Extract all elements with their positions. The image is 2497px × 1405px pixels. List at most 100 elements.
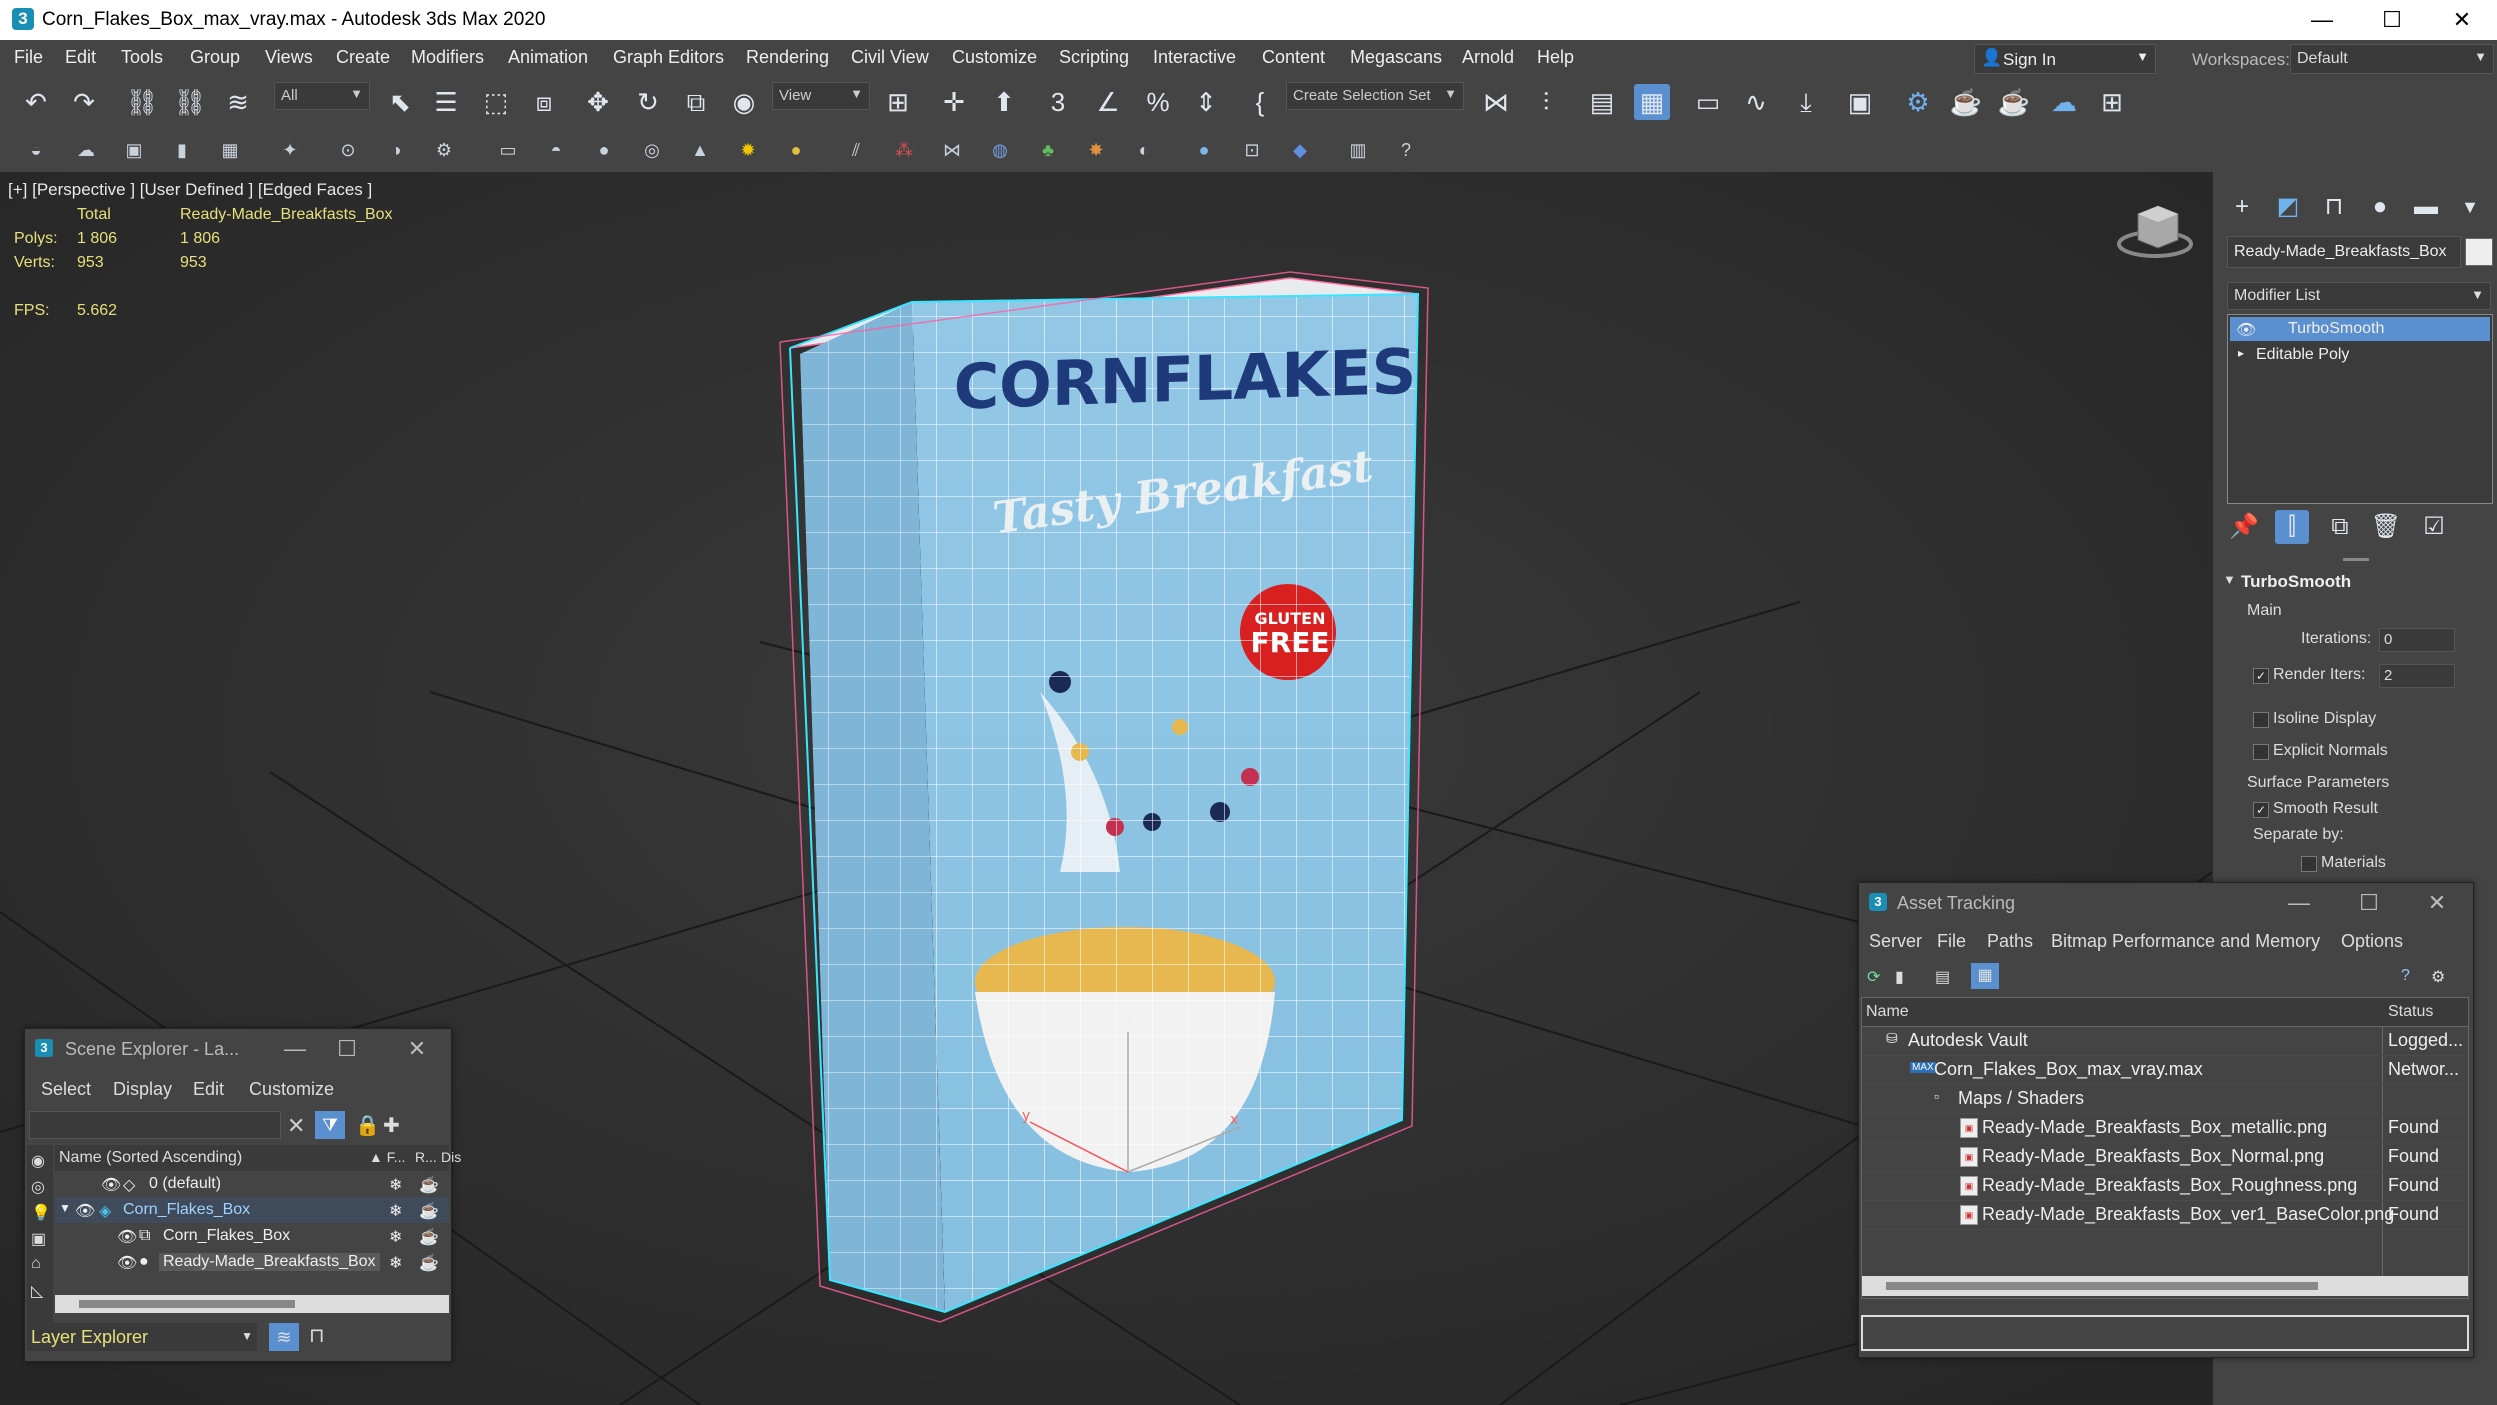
- move-icon[interactable]: ✥: [580, 84, 616, 120]
- expand-arrow-icon[interactable]: ▸: [2238, 346, 2244, 360]
- menu-modifiers[interactable]: Modifiers: [411, 47, 484, 68]
- render-teapot-icon[interactable]: ☕: [419, 1201, 439, 1221]
- curve-editor-icon[interactable]: ∿: [1738, 84, 1774, 120]
- hair-icon[interactable]: ⫽: [842, 136, 870, 164]
- menu-scripting[interactable]: Scripting: [1059, 47, 1129, 68]
- sky-icon[interactable]: ●: [782, 136, 810, 164]
- render-production-icon[interactable]: ☕: [1996, 84, 2032, 120]
- display-helpers-icon[interactable]: ⌂: [31, 1255, 41, 1273]
- light-icon[interactable]: ✦: [276, 136, 304, 164]
- make-unique-icon[interactable]: ⧉: [2323, 510, 2357, 544]
- col-render-header[interactable]: R...: [415, 1149, 437, 1165]
- reference-coordinate-dropdown[interactable]: View ▼: [772, 82, 870, 110]
- box-icon[interactable]: ▣: [120, 136, 148, 164]
- help-icon[interactable]: ?: [2401, 967, 2410, 985]
- help-icon[interactable]: ?: [1392, 136, 1420, 164]
- menu-customize[interactable]: Customize: [952, 47, 1037, 68]
- modify-tab-icon[interactable]: ◩: [2271, 190, 2305, 224]
- rollout-collapse-icon[interactable]: ▼: [2223, 572, 2236, 587]
- object-name-field[interactable]: Ready-Made_Breakfasts_Box: [2227, 236, 2461, 268]
- display-tab-icon[interactable]: ▬: [2409, 190, 2443, 224]
- show-end-result-icon[interactable]: ⫿: [2275, 510, 2309, 544]
- display-geometry-icon[interactable]: ◉: [31, 1151, 45, 1171]
- fur-icon[interactable]: ⋈: [938, 136, 966, 164]
- place-icon[interactable]: ◉: [726, 84, 762, 120]
- snaps-toggle-icon[interactable]: 3: [1040, 84, 1076, 120]
- undo-icon[interactable]: ↶: [18, 84, 54, 120]
- scatter-icon[interactable]: ✸: [1082, 136, 1110, 164]
- layer-explorer-toggle-icon[interactable]: ▦: [1634, 84, 1670, 120]
- lock-icon[interactable]: 🔒: [355, 1113, 380, 1138]
- display-shapes-icon[interactable]: ◎: [31, 1177, 45, 1197]
- iterations-spinner[interactable]: 0: [2379, 628, 2455, 652]
- asset-row-vault[interactable]: ⛁ Autodesk Vault Logged...: [1862, 1026, 2466, 1056]
- mirror-icon[interactable]: ⋈: [1478, 84, 1514, 120]
- grid-sphere-icon[interactable]: ◍: [986, 136, 1014, 164]
- utilities-tab-icon[interactable]: ▼: [2453, 190, 2487, 224]
- cone-icon[interactable]: ▲: [686, 136, 714, 164]
- motion-tab-icon[interactable]: ●: [2363, 190, 2397, 224]
- expand-arrow-icon[interactable]: ▼: [59, 1201, 71, 1215]
- scrollbar-thumb[interactable]: [1886, 1282, 2318, 1290]
- proxy-icon[interactable]: ◐: [1130, 136, 1158, 164]
- freeze-icon[interactable]: ❄: [389, 1201, 402, 1221]
- horizontal-scrollbar[interactable]: [1862, 1276, 2468, 1296]
- modifier-turbosmooth[interactable]: 👁 TurboSmooth: [2230, 317, 2490, 341]
- pivot-center-icon[interactable]: ⊞: [880, 84, 916, 120]
- smooth-result-checkbox[interactable]: ✓: [2253, 802, 2269, 818]
- tree-row-breakfasts-box[interactable]: 👁 ● Ready-Made_Breakfasts_Box ❄ ☕: [55, 1249, 449, 1275]
- workspaces-select[interactable]: Default ▼: [2290, 44, 2494, 74]
- asset-tracking-title-bar[interactable]: 3 Asset Tracking — ☐ ✕: [1859, 883, 2473, 923]
- helper-icon[interactable]: ◑: [382, 136, 410, 164]
- ring-icon[interactable]: ◎: [638, 136, 666, 164]
- material-editor-icon[interactable]: ▣: [1842, 84, 1878, 120]
- close-button[interactable]: ✕: [397, 1035, 437, 1063]
- minimize-button[interactable]: —: [2279, 889, 2319, 917]
- freeze-icon[interactable]: ❄: [389, 1175, 402, 1195]
- filter-icon[interactable]: ⧩: [315, 1111, 345, 1139]
- close-button[interactable]: ✕: [2417, 889, 2457, 917]
- selection-filter-dropdown[interactable]: All ▼: [274, 82, 370, 110]
- rendered-frame-window-icon[interactable]: ☕: [1948, 84, 1984, 120]
- freeze-icon[interactable]: ❄: [389, 1227, 402, 1247]
- named-selection-set-dropdown[interactable]: Create Selection Set ▼: [1286, 82, 1464, 110]
- display-spacewarps-icon[interactable]: ◺: [31, 1281, 43, 1301]
- unlink-icon[interactable]: ⛓: [172, 84, 208, 120]
- spacewarp-icon[interactable]: ⚙: [430, 136, 458, 164]
- dome-icon[interactable]: ◓: [542, 136, 570, 164]
- add-layer-icon[interactable]: ✚: [383, 1113, 400, 1138]
- render-teapot-icon[interactable]: ☕: [419, 1253, 439, 1273]
- close-button[interactable]: ✕: [2430, 2, 2494, 38]
- window-crossing-icon[interactable]: ⧈: [526, 84, 562, 120]
- explorer-type-dropdown[interactable]: Layer Explorer ▼: [27, 1323, 257, 1351]
- edit-named-selection-icon[interactable]: {: [1242, 84, 1278, 120]
- eye-icon[interactable]: 👁: [75, 1201, 95, 1221]
- angle-snap-icon[interactable]: ∠: [1090, 84, 1126, 120]
- menu-animation[interactable]: Animation: [508, 47, 588, 68]
- foliage-icon[interactable]: ♣: [1034, 136, 1062, 164]
- sun-icon[interactable]: ✹: [734, 136, 762, 164]
- render-setup-icon[interactable]: ⚙: [1900, 84, 1936, 120]
- sign-in-dropdown[interactable]: 👤 Sign In ▼: [1974, 44, 2156, 74]
- sphere-icon[interactable]: ●: [590, 136, 618, 164]
- select-manipulate-icon[interactable]: ✛: [936, 84, 972, 120]
- menu-help[interactable]: Help: [1537, 47, 1574, 68]
- select-by-name-icon[interactable]: ☰: [428, 84, 464, 120]
- maximize-button[interactable]: ☐: [2349, 889, 2389, 917]
- minimize-button[interactable]: —: [275, 1035, 315, 1063]
- render-iters-spinner[interactable]: 2: [2379, 664, 2455, 688]
- hierarchy-tab-icon[interactable]: ⊓: [2317, 190, 2351, 224]
- percent-snap-icon[interactable]: %: [1140, 84, 1176, 120]
- asset-row-maps[interactable]: ▫ Maps / Shaders: [1862, 1084, 2466, 1114]
- menu-group[interactable]: Group: [190, 47, 240, 68]
- keyboard-shortcut-override-icon[interactable]: ⬆: [986, 84, 1022, 120]
- object-color-swatch[interactable]: [2465, 238, 2493, 266]
- autodesk-a360-gallery-icon[interactable]: ⊞: [2094, 84, 2130, 120]
- list-view-icon[interactable]: ▮: [1895, 967, 1904, 987]
- modifier-editable-poly[interactable]: ▸ Editable Poly: [2230, 343, 2490, 367]
- menu-display[interactable]: Display: [113, 1079, 172, 1100]
- eye-icon[interactable]: 👁: [117, 1253, 137, 1273]
- tree-row-default-layer[interactable]: 👁 ◇ 0 (default) ❄ ☕: [55, 1171, 449, 1197]
- menu-options[interactable]: Options: [2341, 931, 2403, 952]
- menu-file[interactable]: File: [14, 47, 43, 68]
